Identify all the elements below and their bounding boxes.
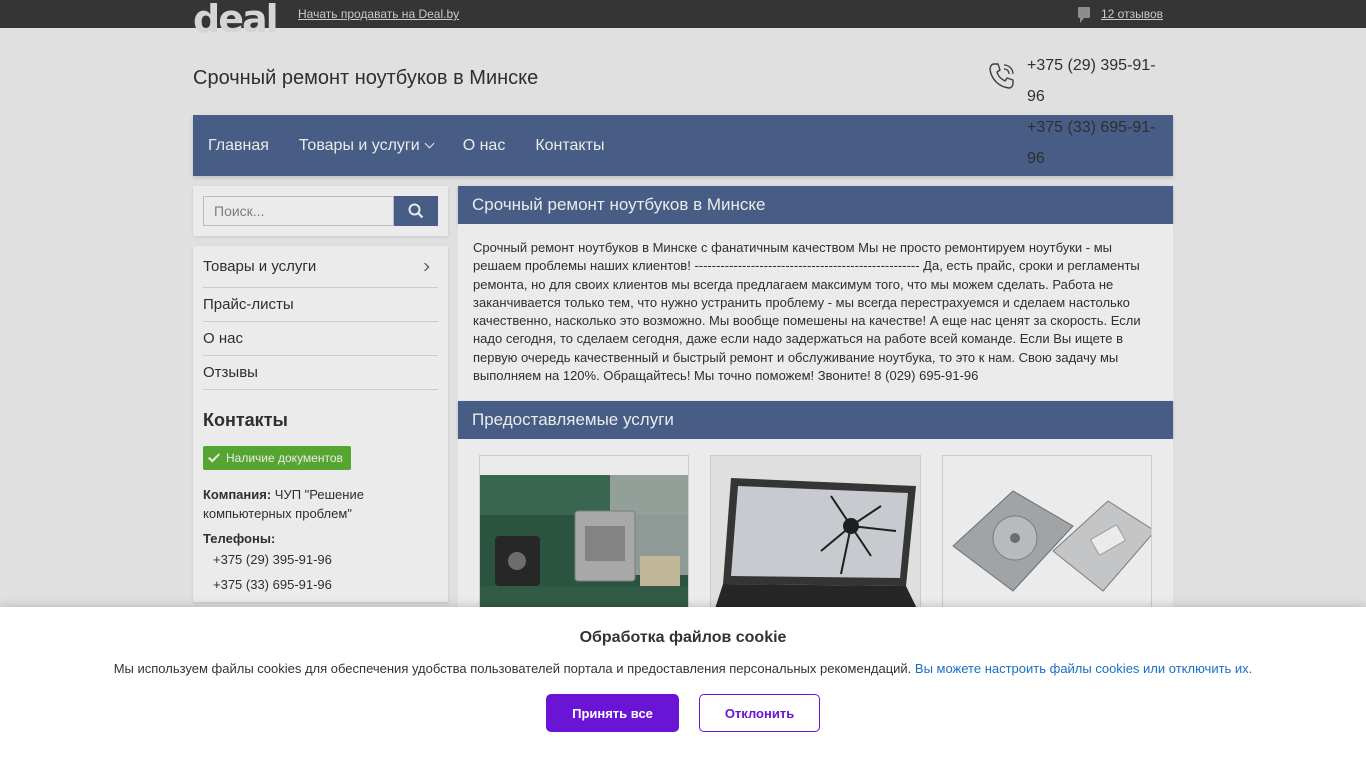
cookie-buttons: Принять все Отклонить	[0, 694, 1366, 732]
about-text: Срочный ремонт ноутбуков в Минске с фана…	[458, 224, 1173, 402]
site-header: Срочный ремонт ноутбуков в Минске +375 (…	[193, 28, 1173, 167]
cookie-settings-link[interactable]: Вы можете настроить файлы cookies или от…	[915, 661, 1252, 676]
side-menu-label: Товары и услуги	[203, 258, 317, 275]
service-card-screen[interactable]	[710, 455, 921, 626]
side-menu-label: Отзывы	[203, 364, 258, 381]
search-icon	[408, 203, 424, 219]
phones-label: Телефоны:	[203, 531, 276, 546]
search-box	[193, 186, 448, 236]
sidebar-phone-2[interactable]: +375 (33) 695-91-96	[203, 577, 438, 592]
nav-item-label: О нас	[462, 136, 506, 154]
sidebar-phone-1[interactable]: +375 (29) 395-91-96	[203, 552, 438, 567]
check-icon	[207, 450, 221, 463]
contacts-block: Контакты Наличие документов Компания: ЧУ…	[203, 390, 438, 602]
search-button[interactable]	[394, 196, 438, 226]
contacts-heading: Контакты	[203, 410, 288, 430]
search-input[interactable]	[203, 196, 394, 226]
nav-item-label: Главная	[208, 136, 269, 154]
chevron-down-icon	[424, 138, 435, 149]
header-phones: +375 (29) 395-91-96 +375 (33) 695-91-96	[1027, 50, 1173, 174]
side-menu-item-about[interactable]: О нас	[203, 322, 438, 356]
top-bar: deal Начать продавать на Deal.by 12 отзы…	[0, 0, 1366, 38]
sell-on-deal-link[interactable]: Начать продавать на Deal.by	[298, 7, 459, 21]
hard-drive-image	[942, 456, 1151, 625]
services-grid	[458, 439, 1173, 626]
decline-button[interactable]: Отклонить	[699, 694, 820, 732]
documents-badge-label: Наличие документов	[226, 451, 343, 465]
sidebar: Товары и услуги Прайс-листы О нас Отзывы…	[193, 186, 448, 619]
laptop-image	[711, 456, 920, 625]
nav-item-label: Товары и услуги	[298, 136, 420, 154]
nav-item-contacts[interactable]: Контакты	[535, 137, 604, 155]
side-menu-item-reviews[interactable]: Отзывы	[203, 356, 438, 390]
nav-item-label: Контакты	[535, 136, 605, 154]
services-heading: Предоставляемые услуги	[458, 401, 1173, 440]
reviews-link[interactable]: 12 отзывов	[1101, 7, 1163, 21]
accept-all-button[interactable]: Принять все	[546, 694, 679, 732]
side-menu-label: Прайс-листы	[203, 296, 294, 313]
cookie-text-block: Мы используем файлы cookies для обеспече…	[0, 661, 1366, 676]
nav-item-home[interactable]: Главная	[208, 137, 269, 155]
side-menu-item-products[interactable]: Товары и услуги	[203, 246, 438, 288]
documents-badge[interactable]: Наличие документов	[203, 446, 351, 470]
nav-item-products[interactable]: Товары и услуги	[298, 136, 435, 155]
phone-icon	[989, 63, 1014, 89]
chevron-right-icon	[420, 262, 430, 271]
main-nav: Главная Товары и услуги О нас Контакты	[193, 115, 1173, 176]
cookie-banner: Обработка файлов cookie Мы используем фа…	[0, 607, 1366, 768]
side-menu-label: О нас	[203, 330, 243, 347]
company-info: Компания: ЧУП "Решение компьютерных проб…	[203, 485, 438, 523]
motherboard-image	[480, 456, 689, 625]
cookie-title: Обработка файлов cookie	[579, 629, 787, 646]
side-menu: Товары и услуги Прайс-листы О нас Отзывы…	[193, 246, 448, 602]
reviews-icon	[1078, 7, 1090, 23]
service-card-drives[interactable]	[941, 455, 1152, 626]
company-label: Компания:	[203, 487, 272, 502]
header-phone-1[interactable]: +375 (29) 395-91-96	[1027, 50, 1173, 112]
nav-item-about[interactable]: О нас	[463, 137, 506, 155]
side-menu-item-price-lists[interactable]: Прайс-листы	[203, 288, 438, 322]
cookie-text: Мы используем файлы cookies для обеспече…	[113, 661, 912, 676]
site-title[interactable]: Срочный ремонт ноутбуков в Минске	[193, 67, 538, 90]
main-heading: Срочный ремонт ноутбуков в Минске	[458, 186, 1173, 224]
service-card-motherboard[interactable]	[479, 455, 690, 626]
main-content: Срочный ремонт ноутбуков в Минске Срочны…	[458, 186, 1173, 626]
header-phone-2[interactable]: +375 (33) 695-91-96	[1027, 112, 1173, 174]
